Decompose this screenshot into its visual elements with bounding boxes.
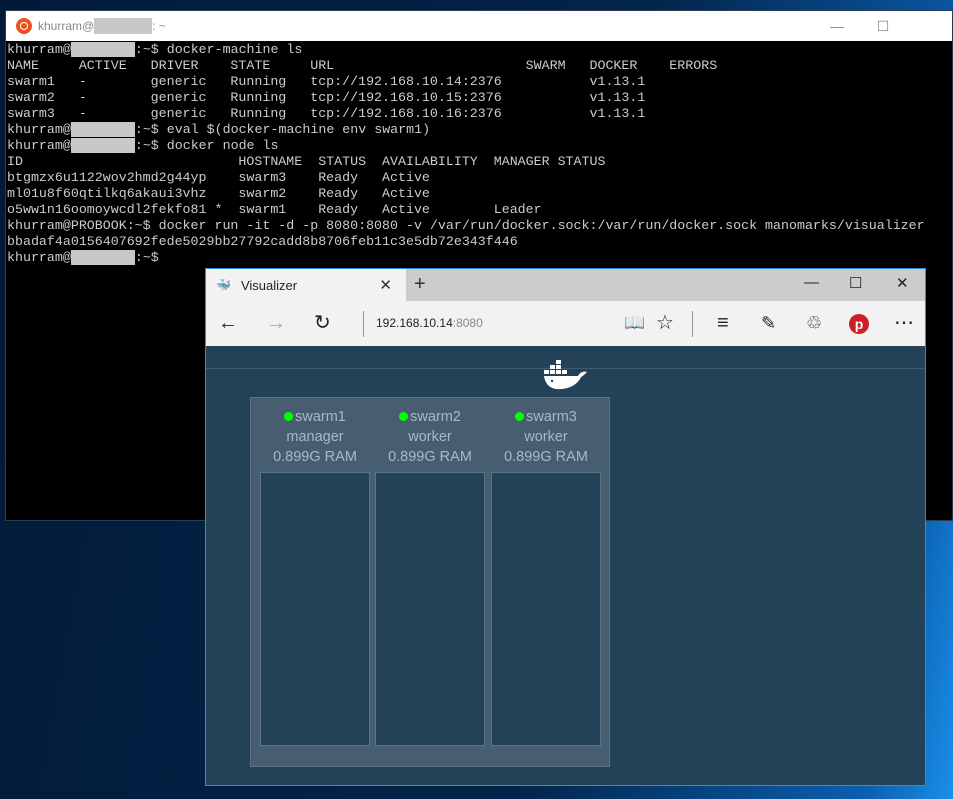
forward-icon[interactable]: →	[266, 311, 286, 335]
node-name-row: swarm2	[375, 407, 485, 427]
line-text: khurram@	[7, 42, 71, 57]
terminal-line: NAME ACTIVE DRIVER STATE URL SWARM DOCKE…	[7, 58, 952, 74]
line-command: :~$ eval $(docker-machine env swarm1)	[134, 122, 431, 137]
terminal-line: khurram@ :~$ eval $(docker-machine env sw…	[7, 122, 952, 138]
redacted-hostname	[70, 42, 135, 57]
maximize-button[interactable]: ☐	[860, 11, 906, 41]
node-header-swarm2: swarm2 worker 0.899G RAM	[375, 398, 485, 467]
node-ram: 0.899G RAM	[388, 449, 472, 465]
node-container-column	[260, 472, 370, 746]
node-ram: 0.899G RAM	[504, 449, 588, 465]
minimize-button[interactable]: —	[804, 274, 819, 291]
node-name: swarm2	[410, 409, 461, 425]
redacted-hostname	[70, 138, 135, 153]
node-name-row: swarm3	[491, 407, 601, 427]
node-role: worker	[408, 429, 452, 445]
terminal-line: ID HOSTNAME STATUS AVAILABILITY MANAGER …	[7, 154, 952, 170]
line-text: NAME ACTIVE DRIVER STATE URL SWARM DOCKE…	[7, 58, 718, 73]
refresh-icon[interactable]: ↻	[314, 311, 331, 335]
line-text: bbadaf4a0156407692fede5029bb27792cadd8b8…	[7, 234, 518, 249]
close-tab-icon[interactable]: ✕	[379, 276, 392, 294]
terminal-output[interactable]: khurram@ :~$ docker-machine ls NAME ACTIVE…	[6, 41, 952, 266]
address-toolbar: ← → ↻ 192.168.10.14:8080 📖 ☆ ≡ ✎ ♲ p ⋯	[206, 301, 925, 346]
line-text: ID HOSTNAME STATUS AVAILABILITY MANAGER …	[7, 154, 606, 169]
node-container-column	[375, 472, 485, 746]
line-text: khurram@	[7, 250, 71, 265]
divider	[363, 311, 364, 337]
line-command: :~$	[134, 250, 159, 265]
node-name-row: swarm1	[260, 407, 370, 427]
url-port: :8080	[452, 316, 483, 330]
status-dot-icon	[399, 412, 409, 421]
redacted-hostname	[70, 250, 135, 265]
more-icon[interactable]: ⋯	[894, 311, 914, 335]
address-bar[interactable]: 192.168.10.14:8080	[376, 316, 483, 330]
terminal-title-bar: khurram@ : ~ — ☐	[6, 11, 952, 41]
divider	[692, 311, 693, 337]
tab-title: Visualizer	[240, 277, 298, 293]
ubuntu-icon	[16, 18, 32, 34]
node-name: swarm1	[295, 409, 346, 425]
close-button[interactable]: ✕	[896, 274, 909, 292]
terminal-line: bbadaf4a0156407692fede5029bb27792cadd8b8…	[7, 234, 952, 250]
line-text: swarm1 - generic Running tcp://192.168.1…	[7, 74, 646, 89]
favorite-star-icon[interactable]: ☆	[656, 311, 674, 335]
tab-bar: 🐳 Visualizer ✕ + — ☐ ✕	[206, 269, 925, 301]
node-role: worker	[524, 429, 568, 445]
line-text: swarm3 - generic Running tcp://192.168.1…	[7, 106, 646, 121]
node-ram: 0.899G RAM	[273, 449, 357, 465]
new-tab-button[interactable]: +	[414, 273, 426, 296]
line-command: :~$ docker node ls	[134, 138, 279, 153]
node-role: manager	[286, 429, 344, 445]
line-command: :~$ docker-machine ls	[134, 42, 303, 57]
web-note-icon[interactable]: ✎	[761, 311, 776, 335]
swarm-nodes-panel: swarm1 manager 0.899G RAM swarm2 worker 0.899…	[250, 397, 610, 767]
terminal-title: khurram@ : ~	[38, 18, 166, 34]
reading-view-icon[interactable]: 📖	[624, 311, 645, 335]
docker-whale-logo-icon	[544, 360, 587, 390]
terminal-line: swarm3 - generic Running tcp://192.168.1…	[7, 106, 952, 122]
hub-icon[interactable]: ≡	[717, 311, 729, 335]
node-name: swarm3	[526, 409, 577, 425]
terminal-line: o5ww1n16oomoywcdl2fekfo81 * swarm1 Ready…	[7, 202, 952, 218]
line-text: btgmzx6u1122wov2hmd2g44yp swarm3 Ready A…	[7, 170, 430, 185]
title-text: khurram@	[38, 19, 95, 33]
terminal-line: swarm2 - generic Running tcp://192.168.1…	[7, 90, 952, 106]
browser-window: 🐳 Visualizer ✕ + — ☐ ✕ ← → ↻ 192.168.10.…	[205, 268, 926, 786]
terminal-line: khurram@ :~$ docker node ls	[7, 138, 952, 154]
line-text: khurram@	[7, 138, 71, 153]
line-text: swarm2 - generic Running tcp://192.168.1…	[7, 90, 646, 105]
terminal-line: khurram@ :~$	[7, 250, 952, 266]
terminal-line: khurram@ :~$ docker-machine ls	[7, 42, 952, 58]
node-header-swarm1: swarm1 manager 0.899G RAM	[260, 398, 370, 467]
terminal-line: ml01u8f60qtilkq6akaui3vhz swarm2 Ready A…	[7, 186, 952, 202]
maximize-button[interactable]: ☐	[849, 274, 862, 292]
terminal-line: swarm1 - generic Running tcp://192.168.1…	[7, 74, 952, 90]
tab-visualizer[interactable]: 🐳 Visualizer ✕	[206, 269, 406, 301]
redacted-hostname	[94, 18, 153, 34]
url-host: 192.168.10.14	[376, 316, 453, 330]
line-text: khurram@	[7, 122, 71, 137]
line-text: khurram@PROBOOK:~$ docker run -it -d -p …	[7, 218, 925, 233]
line-text: o5ww1n16oomoywcdl2fekfo81 * swarm1 Ready…	[7, 202, 542, 217]
title-suffix: : ~	[152, 19, 166, 33]
pinterest-icon[interactable]: p	[849, 311, 869, 335]
status-dot-icon	[284, 412, 294, 421]
terminal-line: khurram@PROBOOK:~$ docker run -it -d -p …	[7, 218, 952, 234]
visualizer-page: swarm1 manager 0.899G RAM swarm2 worker 0.899…	[206, 346, 925, 785]
back-icon[interactable]: ←	[218, 311, 238, 335]
docker-favicon-icon: 🐳	[216, 278, 231, 292]
minimize-button[interactable]: —	[814, 11, 860, 41]
redacted-hostname	[70, 122, 135, 137]
status-dot-icon	[515, 412, 525, 421]
line-text: ml01u8f60qtilkq6akaui3vhz swarm2 Ready A…	[7, 186, 430, 201]
share-icon[interactable]: ♲	[806, 311, 822, 335]
terminal-line: btgmzx6u1122wov2hmd2g44yp swarm3 Ready A…	[7, 170, 952, 186]
node-header-swarm3: swarm3 worker 0.899G RAM	[491, 398, 601, 467]
node-container-column	[491, 472, 601, 746]
